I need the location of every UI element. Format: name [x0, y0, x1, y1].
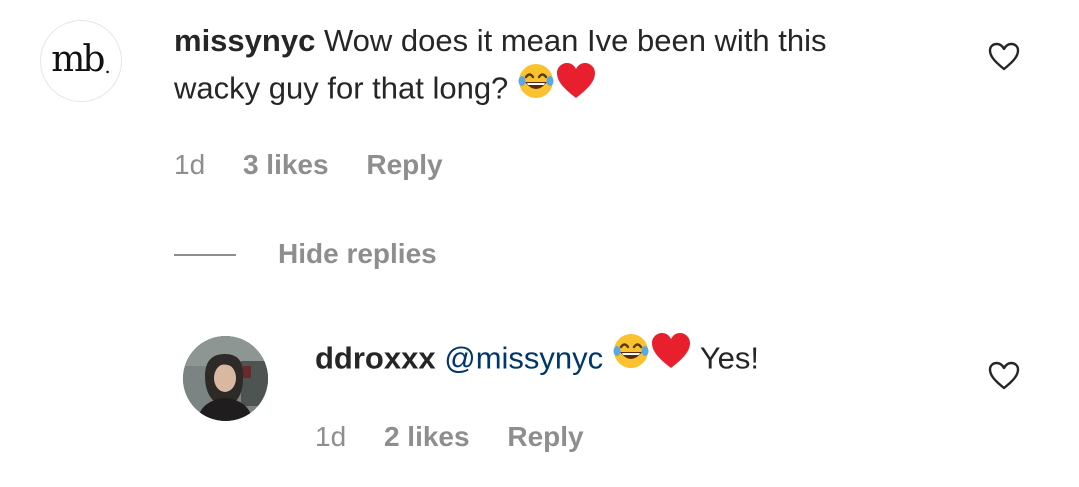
reply-timestamp[interactable]: 1d: [315, 420, 346, 454]
comment-text-line-1: missynyc Wow does it mean Ive been with …: [174, 18, 827, 64]
face-with-tears-of-joy-icon: [517, 62, 555, 113]
reply-username[interactable]: ddroxxx: [315, 341, 436, 376]
avatar-missynyc[interactable]: mb.: [40, 20, 122, 102]
avatar-ddroxxx[interactable]: [183, 336, 268, 421]
reply-button[interactable]: Reply: [507, 420, 583, 454]
like-heart-icon[interactable]: [988, 42, 1020, 72]
reply-text-line: ddroxxx @missynyc Yes!: [315, 332, 760, 386]
like-heart-icon[interactable]: [988, 361, 1020, 391]
comment-timestamp[interactable]: 1d: [174, 148, 205, 182]
face-with-tears-of-joy-icon: [612, 332, 650, 383]
replies-divider: [174, 254, 236, 256]
avatar-logo-dot: .: [104, 54, 111, 78]
reply-mention-link[interactable]: @missynyc: [444, 341, 603, 376]
reply-body: Yes!: [699, 340, 760, 376]
comment-username[interactable]: missynyc: [174, 23, 315, 58]
reply-button[interactable]: Reply: [366, 148, 442, 182]
comment-text-line-2: wacky guy for that long?: [174, 62, 597, 116]
hide-replies-button[interactable]: Hide replies: [278, 237, 437, 271]
reply-likes[interactable]: 2 likes: [384, 420, 470, 454]
comment-body-line-1: Wow does it mean Ive been with this: [323, 23, 827, 58]
reply-meta: 1d 2 likes Reply: [315, 420, 584, 454]
avatar-logo-text: mb: [51, 38, 105, 80]
comment-meta: 1d 3 likes Reply: [174, 148, 443, 182]
red-heart-icon: [555, 62, 597, 113]
red-heart-icon: [650, 332, 692, 383]
comment-body-line-2: wacky guy for that long?: [174, 70, 509, 106]
comment-likes[interactable]: 3 likes: [243, 148, 329, 182]
